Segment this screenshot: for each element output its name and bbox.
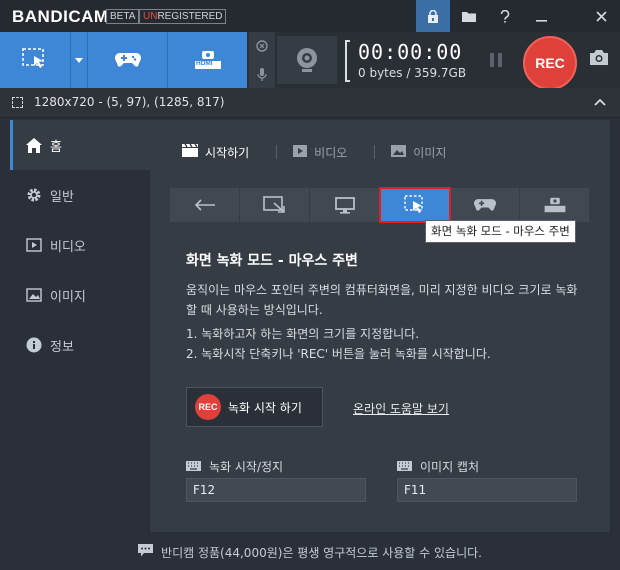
tab-image[interactable]: 이미지 (391, 142, 446, 162)
mode-steps: 1. 녹화하고자 하는 화면의 크기를 지정합니다. 2. 녹화시작 단축키나 … (186, 324, 586, 364)
lock-icon[interactable] (416, 0, 450, 32)
step-2: 2. 녹화시작 단축키나 'REC' 버튼을 눌러 녹화를 시작합니다. (186, 347, 491, 361)
mode-around-mouse-button[interactable] (379, 187, 451, 223)
home-icon (24, 137, 44, 153)
chat-icon (138, 544, 154, 560)
sidebar-item-label: 이미지 (50, 289, 86, 305)
keyboard-icon (186, 460, 201, 474)
game-mode-button[interactable] (87, 32, 167, 88)
sidebar-item-general[interactable]: 일반 (10, 170, 150, 220)
mode-title: 화면 녹화 모드 - 마우스 주변 (186, 253, 358, 269)
sidebar-item-about[interactable]: 정보 (10, 320, 150, 370)
main-panel: 시작하기 비디오 이미지 화면 녹화 모드 - 마우스 주변 화면 녹화 모드 … (150, 120, 610, 532)
gamepad-icon (473, 199, 496, 211)
online-help-link[interactable]: 온라인 도움말 보기 (353, 400, 449, 417)
sidebar-item-home[interactable]: 홈 (10, 120, 150, 170)
mode-hdmi-button[interactable] (520, 188, 590, 222)
recording-mode-selector (170, 187, 590, 223)
home-tabs: 시작하기 비디오 이미지 (182, 142, 490, 162)
webcam-icon (297, 48, 317, 72)
capture-hotkey-label: 이미지 캡처 (397, 458, 479, 475)
clapper-icon (182, 143, 198, 160)
mode-rectangle-button[interactable] (240, 188, 310, 222)
record-hotkey-input[interactable]: F12 (186, 478, 366, 502)
collapse-icon[interactable] (594, 95, 606, 109)
folder-icon[interactable] (452, 0, 486, 32)
app-logo: BANDICAM (12, 7, 109, 26)
sidebar-item-label: 일반 (50, 189, 74, 205)
rectangle-area-icon (262, 196, 285, 213)
image-icon (24, 288, 44, 302)
gamepad-icon (114, 53, 141, 67)
status-text[interactable]: 반디캠 정품(44,000원)은 평생 영구적으로 사용할 수 있습니다. (161, 544, 482, 561)
arrow-left-icon (194, 199, 215, 211)
video-icon (24, 238, 44, 252)
help-icon[interactable] (488, 0, 522, 32)
tab-video[interactable]: 비디오 (293, 142, 347, 162)
timer-bracket-icon (345, 40, 350, 82)
rec-dot-icon: REC (195, 394, 221, 420)
mode-dropdown-button[interactable] (70, 32, 87, 88)
info-icon (24, 337, 44, 353)
record-hotkey-label: 녹화 시작/정지 (186, 458, 283, 475)
screen-mode-button[interactable] (0, 32, 70, 88)
start-recording-button[interactable]: REC 녹화 시작 하기 (186, 387, 323, 427)
status-bar: 반디캠 정품(44,000원)은 평생 영구적으로 사용할 수 있습니다. (0, 534, 620, 570)
close-icon[interactable] (584, 0, 618, 32)
minimize-icon[interactable] (524, 0, 558, 32)
sidebar-item-label: 정보 (50, 339, 74, 355)
chevron-down-icon (75, 57, 83, 63)
tab-divider (374, 145, 375, 159)
mode-fullscreen-button[interactable] (310, 188, 380, 222)
mode-tooltip: 화면 녹화 모드 - 마우스 주변 (425, 220, 576, 243)
sidebar-item-video[interactable]: 비디오 (10, 220, 150, 270)
mode-game-button[interactable] (450, 188, 520, 222)
tab-divider (276, 145, 277, 159)
sidebar: 홈 일반 비디오 이미지 정보 (10, 120, 150, 532)
camera-icon[interactable] (590, 50, 608, 68)
image-icon (391, 144, 407, 160)
record-timer: 00:00:00 (358, 40, 463, 64)
gear-icon (24, 187, 44, 203)
record-size: 0 bytes / 359.7GB (358, 66, 467, 80)
monitor-icon (334, 196, 355, 214)
play-icon (293, 144, 308, 160)
sidebar-item-label: 비디오 (50, 239, 86, 255)
sidebar-item-label: 홈 (50, 139, 62, 155)
info-bar: 1280x720 - (5, 97), (1285, 817) (0, 88, 620, 118)
unregistered-badge: UNREGISTERED (139, 9, 227, 24)
pause-icon[interactable] (490, 53, 504, 67)
rec-button[interactable]: REC (523, 36, 577, 90)
keyboard-icon (397, 460, 412, 474)
beta-badge: BETA (106, 9, 140, 24)
sidebar-item-image[interactable]: 이미지 (10, 270, 150, 320)
mouse-area-icon (403, 195, 423, 213)
screen-rectangle-icon (22, 48, 44, 68)
audio-device-column (249, 32, 275, 88)
hdmi-label: HDMI (196, 60, 213, 67)
capture-region-text: 1280x720 - (5, 97), (1285, 817) (34, 95, 225, 109)
title-bar: BANDICAM BETA UNREGISTERED (0, 0, 620, 32)
speaker-icon[interactable] (249, 32, 275, 60)
mode-description: 움직이는 마우스 포인터 주변의 컴퓨터화면을, 미리 지정한 비디오 크기로 … (186, 283, 578, 317)
start-recording-label: 녹화 시작 하기 (228, 400, 302, 415)
selection-icon (12, 97, 23, 108)
hdmi-icon (544, 197, 565, 213)
step-1: 1. 녹화하고자 하는 화면의 크기를 지정합니다. (186, 327, 420, 341)
mode-toolbar: HDMI 00:00:00 0 bytes / 359.7GB REC (0, 32, 620, 90)
capture-hotkey-input[interactable]: F11 (397, 478, 577, 502)
mode-back-button[interactable] (170, 188, 240, 222)
microphone-icon[interactable] (249, 60, 275, 88)
tab-getting-started[interactable]: 시작하기 (182, 142, 249, 162)
webcam-button[interactable] (277, 36, 337, 84)
